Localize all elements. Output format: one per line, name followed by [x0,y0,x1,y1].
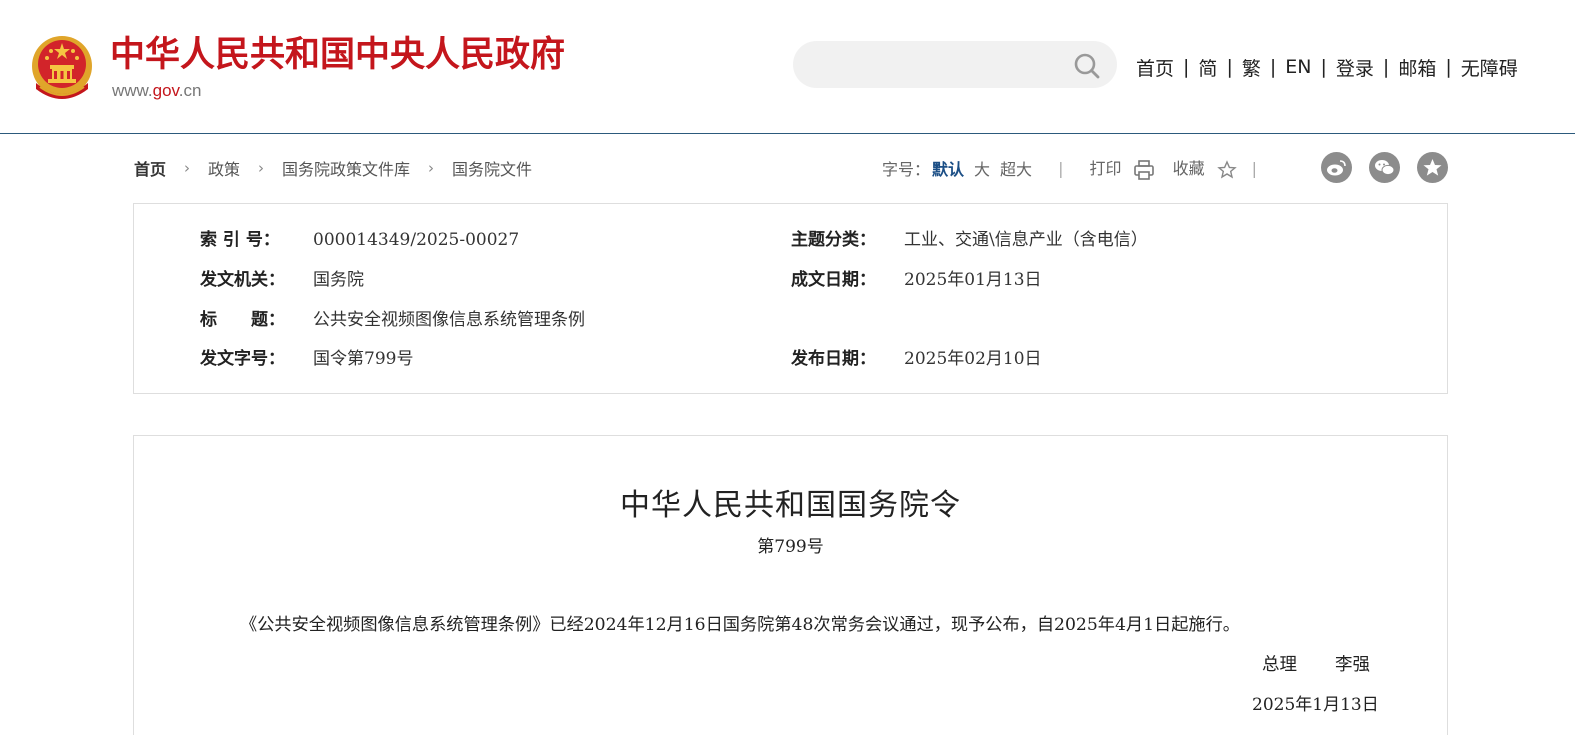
chevron-right-icon: › [258,159,265,177]
share-weibo-button[interactable] [1321,152,1352,183]
issuer-value: 国务院 [313,270,364,290]
top-nav: 首页 | 简 | 繁 | EN | 登录 | 邮箱 | 无障碍 [1136,52,1518,82]
wechat-icon [1375,160,1395,176]
title-value: 公共安全视频图像信息系统管理条例 [313,310,585,330]
search-input[interactable] [813,41,1063,88]
breadcrumb-policy[interactable]: 政策 [208,156,240,180]
nav-traditional-chinese[interactable]: 繁 [1242,54,1261,81]
breadcrumb-state-council-docs[interactable]: 国务院文件 [452,156,532,180]
meta-row: 标 题： 公共安全视频图像信息系统管理条例 [134,305,1447,335]
breadcrumb-policy-library[interactable]: 国务院政策文件库 [282,156,410,180]
site-url-domain: gov [152,81,179,100]
article-container [133,435,1448,735]
article-heading: 中华人民共和国国务院令 [620,488,961,523]
site-url[interactable]: www.gov.cn [112,80,201,102]
doc-no-label: 发文字号： [200,349,285,369]
nav-separator: | [1445,56,1452,78]
signer-title: 总理 [1262,655,1297,675]
site-name[interactable]: 中华人民共和国中央人民政府 [110,33,565,77]
breadcrumb: 首页 › 政策 › 国务院政策文件库 › 国务院文件 [134,156,532,180]
nav-separator: | [1226,56,1233,78]
favorite-label: 收藏 [1172,159,1205,179]
favorite-button[interactable]: 收藏 [1173,155,1238,181]
nav-separator: | [1183,56,1190,78]
article-signature: 总理 李强 [1262,651,1370,679]
site-header: 中华人民共和国中央人民政府 www.gov.cn 首页 | 简 | 繁 | EN… [0,0,1575,134]
tools-divider: | [1251,158,1258,178]
index-no-value: 000014349/2025-00027 [313,230,520,250]
nav-separator: | [1382,56,1390,78]
written-date-value: 2025年01月13日 [904,270,1042,290]
nav-accessibility[interactable]: 无障碍 [1461,54,1518,81]
publish-date-value: 2025年02月10日 [904,349,1042,369]
article-number: 第799号 [757,537,824,557]
nav-mailbox[interactable]: 邮箱 [1398,54,1436,81]
nav-login[interactable]: 登录 [1336,54,1374,81]
font-size-label: 字号： [882,160,931,179]
title-label: 标 题： [200,310,285,330]
document-metadata: 索 引 号： 000014349/2025-00027 主题分类： 工业、交通\… [133,203,1448,394]
print-label: 打印 [1089,159,1122,179]
nav-simplified-chinese[interactable]: 简 [1198,54,1217,81]
chevron-right-icon: › [184,159,191,177]
index-no-label: 索 引 号： [200,230,280,250]
signer-name: 李强 [1335,655,1370,675]
font-size-large[interactable]: 大 [974,156,990,180]
chevron-right-icon: › [428,159,435,177]
nav-separator: | [1269,56,1277,78]
nav-separator: | [1320,56,1327,78]
issuer-label: 发文机关： [200,270,285,290]
doc-no-value: 国令第799号 [313,349,414,369]
publish-date-label: 发布日期： [791,349,876,369]
nav-home[interactable]: 首页 [1136,54,1174,81]
article-date: 2025年1月13日 [1252,695,1379,715]
star-outline-icon [1216,160,1237,179]
search-box [793,41,1117,88]
topic-value: 工业、交通\信息产业（含电信） [904,230,1148,250]
article-body: 《公共安全视频图像信息系统管理条例》已经2024年12月16日国务院第48次常务… [240,615,1240,635]
printer-icon [1133,159,1154,180]
page-tools: 字号： 默认 大 超大 | 打印 收藏 | [882,156,1283,180]
meta-row: 发文字号： 国令第799号 发布日期： 2025年02月10日 [134,344,1447,374]
written-date-label: 成文日期： [791,270,876,290]
site-url-suffix: .cn [178,81,202,100]
meta-row: 发文机关： 国务院 成文日期： 2025年01月13日 [134,265,1447,295]
font-size-xlarge[interactable]: 超大 [1000,156,1032,180]
font-size-default[interactable]: 默认 [932,156,964,180]
breadcrumb-home[interactable]: 首页 [134,156,166,180]
print-button[interactable]: 打印 [1089,155,1154,181]
qzone-star-icon [1423,159,1442,176]
meta-row: 索 引 号： 000014349/2025-00027 主题分类： 工业、交通\… [134,225,1447,255]
share-qzone-button[interactable] [1417,152,1448,183]
tools-divider: | [1058,158,1064,178]
weibo-icon [1327,160,1346,176]
national-emblem-logo[interactable] [30,33,94,103]
site-url-prefix: www. [112,81,153,100]
nav-english[interactable]: EN [1285,56,1311,78]
search-icon[interactable] [1072,51,1102,81]
topic-label: 主题分类： [791,230,876,250]
share-wechat-button[interactable] [1369,152,1400,183]
